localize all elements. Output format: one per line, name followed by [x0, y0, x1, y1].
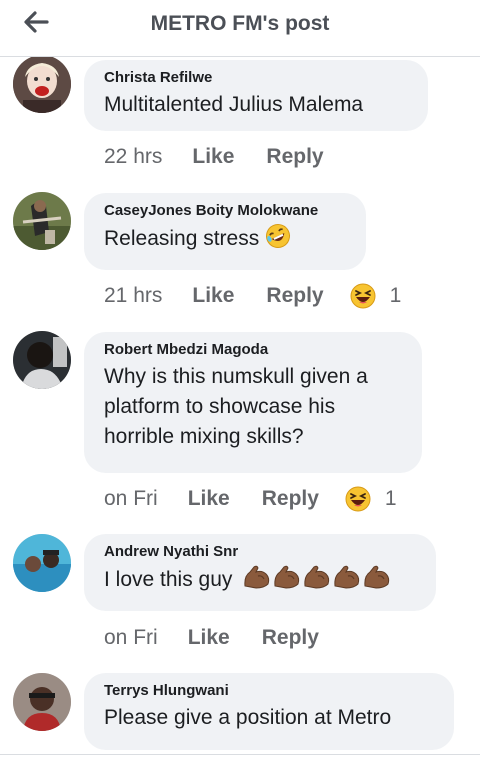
comment-author[interactable]: CaseyJones Boity Molokwane — [104, 201, 346, 221]
flexed-biceps-emoji-group — [242, 565, 392, 591]
flexed-biceps-icon — [364, 565, 390, 589]
avatar[interactable] — [13, 331, 71, 389]
comment-bubble: CaseyJones Boity Molokwane Releasing str… — [84, 193, 366, 270]
top-bar: METRO FM's post — [0, 0, 480, 57]
reply-button[interactable]: Reply — [262, 487, 319, 511]
comment-author[interactable]: Andrew Nyathi Snr — [104, 542, 416, 562]
comment-time[interactable]: 21 hrs — [104, 284, 162, 308]
comment-text-content: Releasing stress — [104, 227, 260, 250]
avatar[interactable] — [13, 534, 71, 592]
comment-time[interactable]: on Fri — [104, 626, 158, 650]
like-button[interactable]: Like — [192, 284, 234, 308]
bottom-divider — [0, 754, 480, 755]
comment-text-line: platform to showcase his — [104, 395, 336, 418]
comment-actions: on Fri Like Reply — [104, 623, 351, 653]
comment-text: Releasing stress — [104, 223, 346, 254]
comment-time[interactable]: 22 hrs — [104, 145, 162, 169]
comment-author[interactable]: Robert Mbedzi Magoda — [104, 340, 402, 360]
comment-time[interactable]: on Fri — [104, 487, 158, 511]
avatar-photo — [13, 192, 71, 250]
page-title: METRO FM's post — [150, 12, 330, 35]
avatar[interactable] — [13, 55, 71, 113]
comment-bubble: Terrys Hlungwani Please give a position … — [84, 673, 454, 750]
rofl-emoji-icon — [266, 224, 291, 248]
comment-author[interactable]: Terrys Hlungwani — [104, 681, 434, 701]
avatar-photo — [13, 331, 71, 389]
like-button[interactable]: Like — [188, 626, 230, 650]
comment-actions: 21 hrs Like Reply 1 — [104, 281, 401, 311]
comment-text-line: Why is this numskull given a — [104, 365, 368, 388]
flexed-biceps-icon — [244, 565, 270, 589]
comment-bubble: Andrew Nyathi Snr I love this guy — [84, 534, 436, 611]
avatar-photo — [13, 673, 71, 731]
comment-text: Why is this numskull given a platform to… — [104, 362, 402, 452]
reply-button[interactable]: Reply — [266, 284, 323, 308]
haha-reaction-icon — [350, 283, 376, 309]
like-button[interactable]: Like — [192, 145, 234, 169]
comment-text: Multitalented Julius Malema — [104, 93, 364, 116]
avatar-photo — [13, 534, 71, 592]
comment-text: I love this guy — [104, 564, 416, 595]
reaction-summary[interactable]: 1 — [350, 283, 402, 309]
reply-button[interactable]: Reply — [262, 626, 319, 650]
comment-text: Please give a position at Metro — [104, 706, 392, 729]
comment-text-content: I love this guy — [104, 568, 233, 591]
comment-actions: on Fri Like Reply 1 — [104, 484, 397, 514]
flexed-biceps-icon — [304, 565, 330, 589]
flexed-biceps-icon — [334, 565, 360, 589]
comment-bubble: Robert Mbedzi Magoda Why is this numskul… — [84, 332, 422, 473]
flexed-biceps-icon — [274, 565, 300, 589]
comment-bubble: Christa Refilwe Multitalented Julius Mal… — [84, 60, 428, 131]
reaction-count: 1 — [389, 284, 402, 307]
comment-text-line: horrible mixing skills? — [104, 425, 304, 448]
avatar[interactable] — [13, 673, 71, 731]
reaction-summary[interactable]: 1 — [345, 486, 397, 512]
comment-actions: 22 hrs Like Reply — [104, 142, 356, 172]
reply-button[interactable]: Reply — [266, 145, 323, 169]
like-button[interactable]: Like — [188, 487, 230, 511]
reaction-count: 1 — [384, 487, 397, 510]
haha-reaction-icon — [345, 486, 371, 512]
avatar-photo — [13, 55, 71, 113]
avatar[interactable] — [13, 192, 71, 250]
comment-author[interactable]: Christa Refilwe — [104, 68, 408, 88]
